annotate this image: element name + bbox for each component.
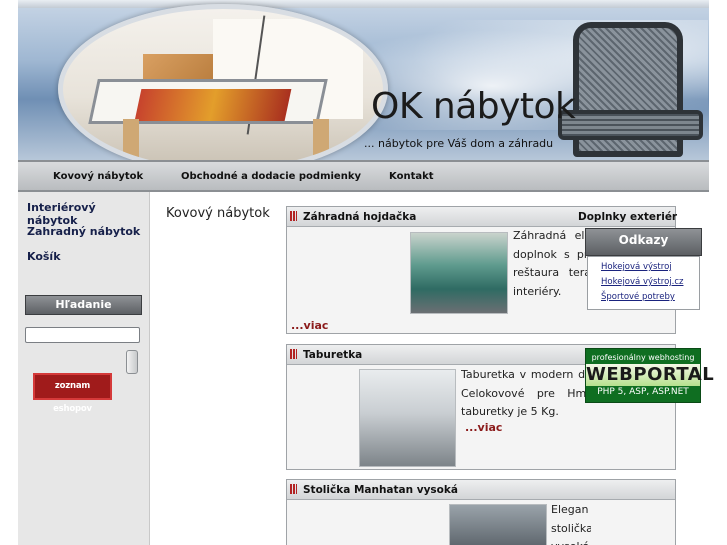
link-sportove-potreby[interactable]: Športové potreby [601,292,675,302]
bed-leg [313,119,329,159]
page-margin-right [709,0,727,545]
banner-top-strip [18,0,709,8]
zoznam-eshopov-badge[interactable]: zoznam eshopov [33,373,112,414]
top-nav: Kovový nábytok Obchodné a dodacie podmie… [18,160,709,192]
red-bars-icon [290,484,297,494]
product-description: Elegan stolička vysoká [551,503,591,545]
sidebar-item-interierovy[interactable]: Interiérový nábytok [27,201,149,227]
search-button[interactable] [126,350,138,374]
site-slogan: ... nábytok pre Váš dom a záhradu [364,137,554,150]
bed-leg [123,119,139,159]
product-image-hojdacka[interactable] [410,232,508,314]
bed-blanket [134,89,292,121]
sidebar-item-kosik[interactable]: Košík [27,250,61,263]
link-hokejova-vystroj[interactable]: Hokejová výstroj [601,262,672,272]
links-title: Odkazy [585,228,702,256]
webportal-ad-banner[interactable]: profesionálny webhosting WEBPORTAL PHP 5… [585,348,715,403]
search-input[interactable] [25,327,140,343]
site-logo-text[interactable]: OK nábytok [371,86,576,127]
ad-line-3: PHP 5, ASP, ASP.NET [597,387,689,397]
bedroom-photo-oval [58,4,388,160]
product-more-link[interactable]: ...viac [465,421,502,434]
garden-chair-seat [558,110,703,140]
search-title: Hľadanie [25,295,142,315]
page: OK nábytok ... nábytok pre Váš dom a záh… [0,0,727,545]
ad-line-1: profesionálny webhosting [591,353,695,362]
product-card: Stolička Manhatan vysoká Elegan stolička… [286,479,676,545]
nav-item-kontakt[interactable]: Kontakt [389,171,434,182]
nav-item-kovovy-nabytok[interactable]: Kovový nábytok [53,171,143,182]
product-image-taburetka[interactable] [359,369,456,467]
red-bars-icon [290,211,297,221]
page-margin-left [0,0,18,545]
product-more-link[interactable]: ...viac [291,319,328,332]
product-image-stolicka[interactable] [449,504,547,545]
red-bars-icon [290,349,297,359]
link-hokejova-vystroj-cz[interactable]: Hokejová výstroj.cz [601,277,683,287]
product-name[interactable]: Taburetka [303,349,362,361]
header-banner: OK nábytok ... nábytok pre Váš dom a záh… [18,0,709,160]
page-title: Kovový nábytok [166,206,270,221]
sidebar-item-zahradny[interactable]: Zahradný nábytok [27,225,140,238]
product-name[interactable]: Záhradná hojdačka [303,211,416,223]
links-box: Hokejová výstroj Hokejová výstroj.cz Špo… [587,256,700,310]
category-label: Doplnky exteriér [578,211,678,223]
product-header: Stolička Manhatan vysoká [287,480,675,500]
product-name[interactable]: Stolička Manhatan vysoká [303,484,458,496]
ad-line-2: WEBPORTAL [586,364,715,386]
sidebar: Interiérový nábytok Zahradný nábytok Koš… [18,192,150,545]
nav-item-obchodne-podmienky[interactable]: Obchodné a dodacie podmienky [181,171,361,182]
